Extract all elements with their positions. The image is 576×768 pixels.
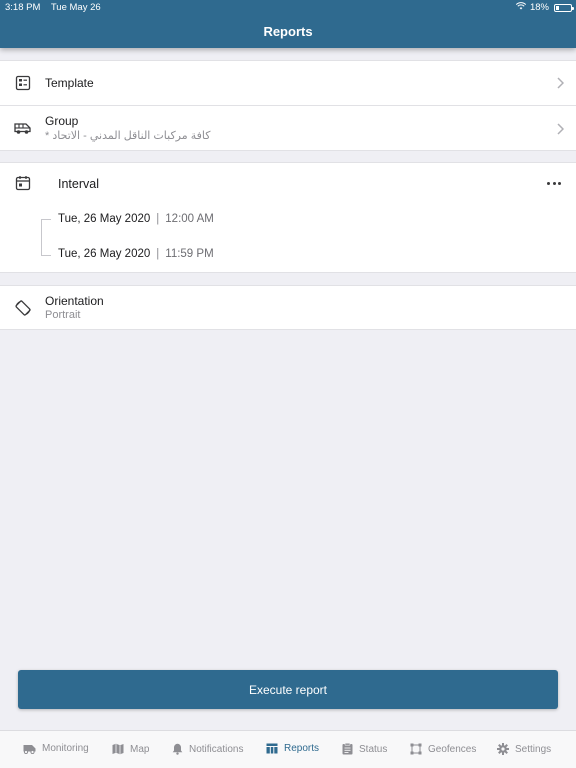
from-time: 12:00 AM [165, 213, 214, 225]
bell-icon [172, 743, 183, 755]
interval-to[interactable]: Tue, 26 May 2020 | 11:59 PM [58, 248, 214, 260]
vehicle-icon [13, 118, 33, 138]
tab-label: Notifications [189, 743, 244, 755]
group-value: * كافة مركبات الناقل المدني - الاتحاد [45, 130, 211, 142]
status-date: Tue May 26 [50, 2, 101, 13]
separator: | [156, 213, 160, 225]
template-icon [13, 73, 33, 93]
tab-label: Settings [515, 743, 552, 755]
interval-connector-bottom [41, 255, 51, 256]
tab-label: Status [359, 743, 388, 755]
gear-icon [497, 743, 509, 755]
clipboard-icon [342, 743, 353, 755]
interval-connector-top [41, 219, 51, 220]
chevron-right-icon [556, 122, 564, 136]
separator: | [156, 248, 160, 260]
to-date: Tue, 26 May 2020 [58, 248, 151, 260]
tab-monitoring[interactable]: Monitoring [23, 743, 89, 754]
template-row[interactable]: Template [0, 61, 576, 105]
orientation-value: Portrait [45, 309, 81, 321]
interval-section: Interval Tue, 26 May 2020 | 12:00 AM Tue, … [0, 162, 576, 273]
wifi-icon [515, 2, 527, 13]
interval-connector [41, 219, 42, 255]
tab-geofences[interactable]: Geofences [410, 743, 476, 755]
map-icon [112, 743, 124, 755]
header: 3:18 PM Tue May 26 18% Reports [0, 0, 576, 48]
page-title: Reports [263, 24, 313, 39]
tab-bar: Monitoring Map Notifications Reports Sta… [0, 730, 576, 768]
orientation-section: Orientation Portrait [0, 285, 576, 330]
chevron-right-icon [556, 76, 564, 90]
tab-notifications[interactable]: Notifications [172, 743, 243, 755]
group-label: Group [45, 114, 79, 128]
rotate-icon [13, 298, 33, 318]
battery-percent: 18% [529, 2, 549, 13]
orientation-label: Orientation [45, 294, 104, 308]
geofence-icon [410, 743, 422, 755]
tab-settings[interactable]: Settings [497, 743, 551, 755]
tab-map[interactable]: Map [112, 743, 149, 755]
tab-label: Monitoring [42, 743, 89, 754]
tab-status[interactable]: Status [342, 743, 387, 755]
tab-label: Map [130, 743, 150, 755]
tab-label: Reports [284, 743, 320, 754]
battery-icon [554, 3, 574, 12]
more-options-icon[interactable] [547, 182, 561, 186]
execute-report-button[interactable]: Execute report [18, 670, 558, 709]
orientation-row[interactable]: Orientation Portrait [0, 286, 576, 330]
truck-icon [23, 744, 36, 754]
tab-label: Geofences [428, 743, 477, 755]
interval-from[interactable]: Tue, 26 May 2020 | 12:00 AM [58, 213, 214, 225]
from-date: Tue, 26 May 2020 [58, 213, 151, 225]
to-time: 11:59 PM [165, 248, 214, 260]
status-time: 3:18 PM [5, 2, 41, 13]
report-settings-section: Template Group * كافة مركبات الناقل المد… [0, 60, 576, 151]
tab-reports[interactable]: Reports [266, 743, 319, 754]
table-icon [266, 743, 278, 754]
interval-label: Interval [58, 177, 99, 191]
calendar-icon [13, 173, 33, 193]
group-row[interactable]: Group * كافة مركبات الناقل المدني - الات… [0, 106, 576, 151]
status-bar: 3:18 PM Tue May 26 18% [0, 0, 576, 14]
template-label: Template [45, 76, 94, 90]
